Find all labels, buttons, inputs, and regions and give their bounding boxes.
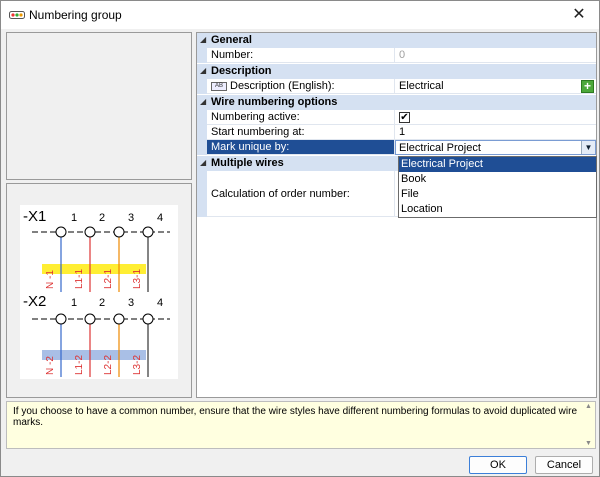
mark-unique-selected: Electrical Project <box>399 142 481 154</box>
collapse-triangle-icon[interactable]: ◢ <box>200 97 206 106</box>
ok-button[interactable]: OK <box>469 456 527 474</box>
group-multiple-label: Multiple wires <box>211 157 284 169</box>
start-numbering-value[interactable]: 1 <box>395 125 596 140</box>
wire-numbering-diagram: -X1 1 2 3 4 N -1 L1-1 L2-1 L3-1 -X2 1 2 … <box>20 205 178 379</box>
title-bar: Numbering group ✕ <box>1 1 599 29</box>
add-translation-plus-icon[interactable]: + <box>581 80 594 93</box>
row-gutter <box>197 140 207 155</box>
language-icon: AB <box>211 81 227 91</box>
numbering-active-cell: ✔ <box>395 110 596 125</box>
preview-panel-top <box>6 32 192 180</box>
close-icon[interactable]: ✕ <box>569 5 589 25</box>
calculation-order-label: Calculation of order number: <box>207 171 395 217</box>
group-general-label: General <box>211 34 252 46</box>
collapse-triangle-icon[interactable]: ◢ <box>200 158 206 167</box>
property-row-number[interactable]: Number: 0 <box>197 48 596 63</box>
numbering-active-label: Numbering active: <box>207 110 395 125</box>
row-gutter <box>197 110 207 125</box>
wire-label-bottom-l3: L3-2 <box>132 355 143 375</box>
dropdown-option-location[interactable]: Location <box>399 202 596 217</box>
dropdown-option-book[interactable]: Book <box>399 172 596 187</box>
row-gutter <box>197 79 207 94</box>
term-top-2: 2 <box>99 212 105 224</box>
wire-label-top-l3: L3-1 <box>132 269 143 289</box>
term-bottom-3: 3 <box>128 297 134 309</box>
row-gutter <box>197 125 207 140</box>
connector-x2-label: -X2 <box>23 293 46 310</box>
group-description[interactable]: ◢ Description <box>197 64 596 79</box>
help-scrollbar[interactable]: ▲ ▼ <box>583 402 595 448</box>
group-general[interactable]: ◢ General <box>197 33 596 48</box>
highlight-band-top <box>42 264 146 274</box>
term-top-1: 1 <box>71 212 77 224</box>
term-bottom-1: 1 <box>71 297 77 309</box>
property-row-start[interactable]: Start numbering at: 1 <box>197 125 596 140</box>
property-row-mark-unique[interactable]: Mark unique by: Electrical Project ▼ <box>197 140 596 155</box>
term-bottom-4: 4 <box>157 297 163 309</box>
term-top-4: 4 <box>157 212 163 224</box>
scroll-up-icon[interactable]: ▲ <box>585 403 592 410</box>
scroll-down-icon[interactable]: ▼ <box>585 440 592 447</box>
dropdown-option-electrical-project[interactable]: Electrical Project <box>399 157 596 172</box>
wire-label-bottom-l1: L1-2 <box>74 355 85 375</box>
dropdown-option-file[interactable]: File <box>399 187 596 202</box>
property-row-description[interactable]: AB Description (English): Electrical + <box>197 79 596 94</box>
property-row-numbering-active[interactable]: Numbering active: ✔ <box>197 110 596 125</box>
window-title: Numbering group <box>29 8 122 22</box>
number-value: 0 <box>395 48 596 63</box>
group-wire-label: Wire numbering options <box>211 96 338 108</box>
numbering-group-icon <box>9 11 25 19</box>
mark-unique-dropdown-list: Electrical Project Book File Location <box>398 156 597 218</box>
numbering-active-checkbox[interactable]: ✔ <box>399 112 410 123</box>
collapse-triangle-icon[interactable]: ◢ <box>200 35 206 44</box>
dropdown-arrow-icon[interactable]: ▼ <box>581 141 595 154</box>
term-top-3: 3 <box>128 212 134 224</box>
wire-label-bottom-n: N -2 <box>45 356 56 375</box>
group-wire-numbering[interactable]: ◢ Wire numbering options <box>197 95 596 110</box>
description-label: Description (English): <box>230 80 335 92</box>
group-description-label: Description <box>211 65 272 77</box>
cancel-button[interactable]: Cancel <box>535 456 593 474</box>
help-text-panel: If you choose to have a common number, e… <box>6 401 596 449</box>
row-gutter <box>197 171 207 217</box>
collapse-triangle-icon[interactable]: ◢ <box>200 66 206 75</box>
wire-label-top-n: N -1 <box>45 270 56 289</box>
start-numbering-label: Start numbering at: <box>207 125 395 140</box>
wire-label-top-l1: L1-1 <box>74 269 85 289</box>
description-label-cell: AB Description (English): <box>207 79 395 94</box>
description-value[interactable]: Electrical <box>395 79 596 94</box>
connector-x1-label: -X1 <box>23 208 46 225</box>
preview-panel-bottom: -X1 1 2 3 4 N -1 L1-1 L2-1 L3-1 -X2 1 2 … <box>6 183 192 398</box>
row-gutter <box>197 48 207 63</box>
number-label: Number: <box>207 48 395 63</box>
mark-unique-combobox[interactable]: Electrical Project ▼ <box>395 140 596 155</box>
help-text: If you choose to have a common number, e… <box>13 406 578 428</box>
wire-label-top-l2: L2-1 <box>103 269 114 289</box>
dialog-window: Numbering group ✕ -X1 1 2 3 4 N -1 L1-1 … <box>0 0 600 477</box>
wire-label-bottom-l2: L2-2 <box>103 355 114 375</box>
mark-unique-label: Mark unique by: <box>207 140 395 155</box>
highlight-band-bottom <box>42 350 146 360</box>
term-bottom-2: 2 <box>99 297 105 309</box>
